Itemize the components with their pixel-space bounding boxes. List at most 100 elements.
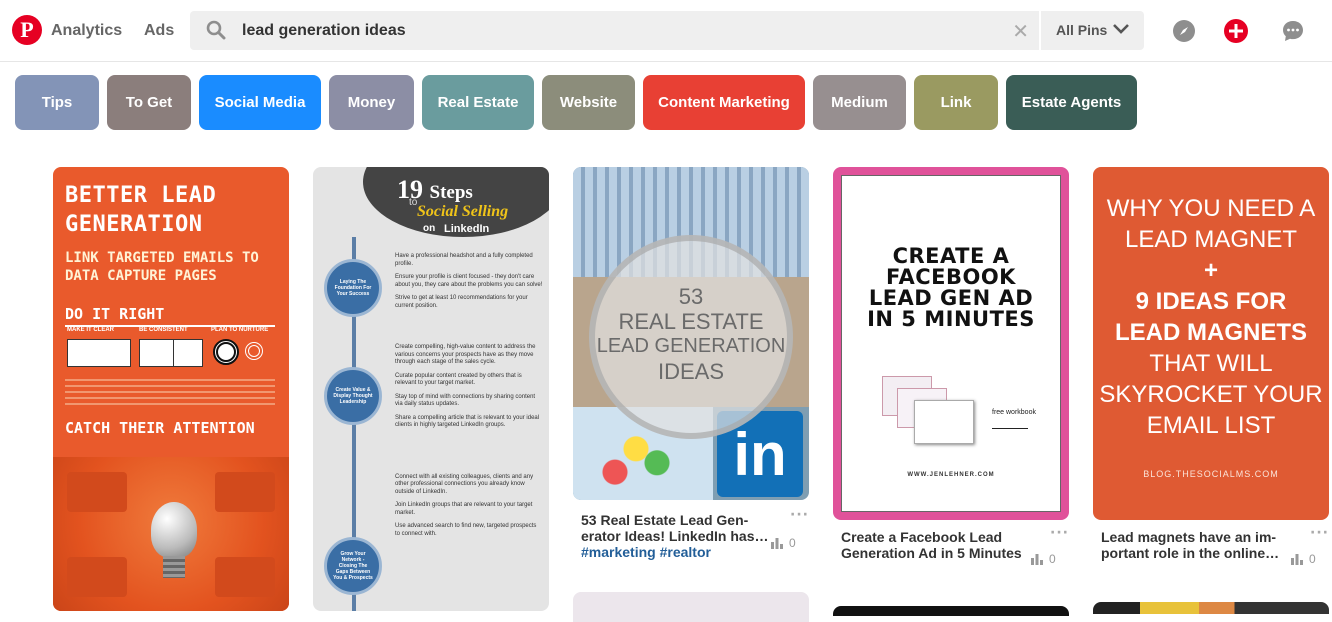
- pin-image[interactable]: BETTER LEAD GENERATION LINK TARGETED EMA…: [53, 167, 289, 611]
- infographic-section-title: DO IT RIGHT: [65, 305, 165, 323]
- steps-list: Have a professional headshot and a fully…: [395, 253, 543, 544]
- next-pin-preview[interactable]: [573, 592, 809, 622]
- pin-title[interactable]: Create a Facebook Lead Generation Ad in …: [841, 529, 1041, 561]
- chip-tips[interactable]: Tips: [15, 75, 99, 130]
- social-selling-script: Social Selling: [417, 203, 509, 220]
- save-count: 0: [1309, 552, 1316, 566]
- chip-money[interactable]: Money: [329, 75, 414, 130]
- poster-line: LEAD MAGNETS: [1115, 319, 1307, 346]
- analytics-bar-icon: [1031, 554, 1043, 565]
- pin-image[interactable]: CREATE A FACEBOOK LEAD GEN AD IN 5 MINUT…: [833, 167, 1069, 520]
- form-illustration: [173, 339, 203, 367]
- search-bar[interactable]: lead generation ideas ✕ All Pins: [190, 11, 1144, 50]
- step-item: Have a professional headshot and a fully…: [395, 253, 533, 267]
- more-options-icon[interactable]: ···: [1050, 525, 1069, 541]
- free-workbook-note: free workbook: [992, 409, 1036, 416]
- explore-compass-icon[interactable]: [1172, 19, 1196, 43]
- plus-sign: +: [1203, 257, 1218, 284]
- info-box: [215, 557, 275, 597]
- target-icon: [213, 339, 239, 365]
- poster-line: IN 5 MINUTES: [867, 307, 1035, 331]
- target-icon: [245, 342, 263, 360]
- steps-word: Steps: [429, 182, 473, 203]
- poster-line: LEAD GEN AD: [868, 286, 1034, 310]
- infographic-subheading-line: LINK TARGETED EMAILS TO: [65, 250, 259, 266]
- step-label: PLAN TO NURTURE: [211, 327, 269, 333]
- pin-image[interactable]: WHY YOU NEED A LEAD MAGNET + 9 IDEAS FOR…: [1093, 167, 1329, 520]
- pin-hashtags[interactable]: #marketing #realtor: [581, 544, 711, 560]
- top-navigation-bar: P Analytics Ads lead generation ideas ✕ …: [0, 0, 1332, 62]
- pin-stats: 0: [1031, 552, 1056, 566]
- search-input[interactable]: lead generation ideas: [242, 22, 406, 40]
- on-word: on: [423, 223, 436, 234]
- more-options-icon[interactable]: ···: [1310, 525, 1329, 541]
- pinterest-logo-icon[interactable]: P: [12, 15, 42, 45]
- infographic-heading-line: BETTER LEAD: [65, 183, 217, 208]
- clear-search-icon[interactable]: ✕: [1012, 19, 1029, 43]
- chip-social-media[interactable]: Social Media: [199, 75, 321, 130]
- chip-to-get[interactable]: To Get: [107, 75, 191, 130]
- search-icon: [206, 20, 226, 40]
- poster-line: THAT WILL: [1149, 350, 1273, 377]
- step-item: Stay top of mind with connections by sha…: [395, 393, 536, 408]
- info-box: [67, 472, 127, 512]
- info-box: [67, 557, 127, 597]
- analytics-link[interactable]: Analytics: [51, 22, 122, 40]
- pin-title-text: 53 Real Estate Lead Gen-erator Ideas! Li…: [581, 512, 769, 544]
- chip-website[interactable]: Website: [542, 75, 635, 130]
- poster-line: EMAIL LIST: [1146, 412, 1276, 439]
- poster-line: CREATE A: [892, 244, 1010, 268]
- step-label: MAKE IT CLEAR: [67, 327, 114, 333]
- chip-estate-agents[interactable]: Estate Agents: [1006, 75, 1137, 130]
- chip-link[interactable]: Link: [914, 75, 998, 130]
- workbook-page: [914, 400, 974, 444]
- more-options-icon[interactable]: ···: [790, 507, 809, 523]
- poster-site: BLOG.THESOCIALMS.COM: [1143, 469, 1279, 479]
- step-item: Curate popular content created by others…: [395, 372, 522, 387]
- next-pin-preview[interactable]: [833, 606, 1069, 616]
- save-count: 0: [789, 536, 796, 550]
- poster-site: WWW.JENLEHNER.COM: [907, 472, 995, 478]
- pin-stats: 0: [771, 536, 796, 550]
- seal-text: 53 REAL ESTATE LEAD GENERATION IDEAS: [589, 284, 793, 384]
- infographic-heading-line: GENERATION: [65, 212, 203, 237]
- infographic-subheading-line: DATA CAPTURE PAGES: [65, 268, 217, 284]
- analytics-bar-icon: [1291, 554, 1303, 565]
- chip-real-estate[interactable]: Real Estate: [422, 75, 534, 130]
- search-divider: [1039, 11, 1041, 50]
- step-item: Share a compelling article that is relev…: [395, 414, 540, 429]
- create-pin-plus-icon[interactable]: [1224, 19, 1248, 43]
- step-item: Create compelling, high-value content to…: [395, 344, 536, 365]
- poster-headline: WHY YOU NEED A LEAD MAGNET + 9 IDEAS FOR…: [1093, 193, 1329, 441]
- chip-content-marketing[interactable]: Content Marketing: [643, 75, 805, 130]
- analytics-bar-icon: [771, 538, 783, 549]
- search-scope-dropdown[interactable]: All Pins: [1056, 22, 1107, 38]
- bulb-base: [163, 556, 185, 578]
- phase-circle: Grow Your Network - Closing The Gaps Bet…: [324, 537, 382, 595]
- seal-line: LEAD GENERATION: [596, 335, 786, 357]
- next-pin-preview[interactable]: [1093, 602, 1329, 614]
- pin-stats: 0: [1291, 552, 1316, 566]
- poster-line: LEAD MAGNET: [1124, 226, 1298, 253]
- seal-line: REAL ESTATE: [618, 309, 764, 334]
- poster-frame: CREATE A FACEBOOK LEAD GEN AD IN 5 MINUT…: [841, 175, 1061, 512]
- step-item: Use advanced search to find new, targete…: [395, 523, 537, 537]
- pin-title[interactable]: 53 Real Estate Lead Gen-erator Ideas! Li…: [581, 512, 781, 560]
- poster-line: SKYROCKET YOUR: [1099, 381, 1323, 408]
- messages-icon[interactable]: [1281, 19, 1305, 43]
- pin-image[interactable]: 19 Steps to Social Selling on LinkedIn L…: [313, 167, 549, 611]
- step-item: Ensure your profile is client focused - …: [395, 274, 543, 288]
- chevron-down-icon[interactable]: [1112, 23, 1130, 35]
- seal-number: 53: [678, 284, 704, 309]
- phase-circle: Create Value & Display Thought Leadershi…: [324, 367, 382, 425]
- chip-medium[interactable]: Medium: [813, 75, 906, 130]
- poster-line: 9 IDEAS FOR: [1135, 288, 1287, 315]
- form-illustration: [67, 339, 131, 367]
- seal-line: IDEAS: [657, 359, 725, 384]
- poster-line: WHY YOU NEED A: [1106, 195, 1316, 222]
- ads-link[interactable]: Ads: [144, 22, 174, 40]
- info-box: [215, 472, 275, 512]
- save-count: 0: [1049, 552, 1056, 566]
- pin-title[interactable]: Lead magnets have an im-portant role in …: [1101, 529, 1301, 561]
- pin-image[interactable]: in 53 REAL ESTATE LEAD GENERATION IDEAS: [573, 167, 809, 500]
